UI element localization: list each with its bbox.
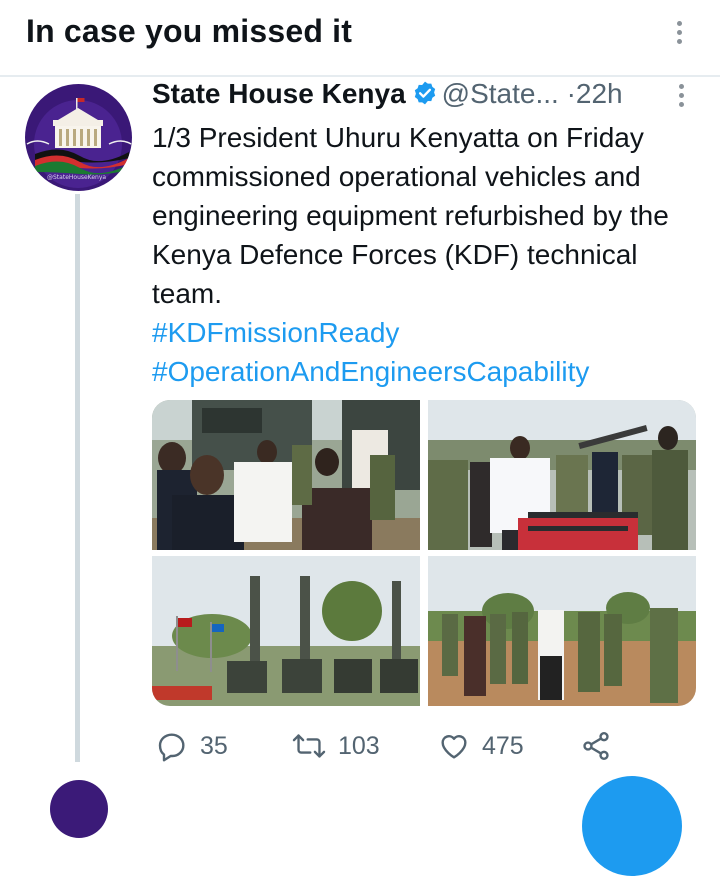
like-count: 475 [482, 731, 524, 760]
reply-button[interactable]: 35 [156, 726, 228, 766]
section-title: In case you missed it [26, 13, 353, 49]
photo-drilling-rig-trucks-icon [152, 556, 420, 706]
handle[interactable]: @State... [442, 78, 559, 109]
heart-icon [438, 730, 470, 762]
section-header: In case you missed it [0, 0, 720, 75]
like-button[interactable]: 475 [438, 726, 524, 766]
section-more-options-icon[interactable] [674, 21, 684, 51]
tweet-actions: 35 103 475 [152, 726, 652, 766]
divider [0, 75, 720, 77]
media-photo[interactable] [428, 400, 696, 550]
photo-president-inspecting-weapons-icon [428, 400, 696, 550]
media-photo[interactable] [152, 556, 420, 706]
tweet-text: 1/3 President Uhuru Kenyatta on Friday c… [152, 122, 669, 309]
share-button[interactable] [580, 726, 612, 766]
media-grid [152, 400, 696, 706]
tweet-header: State House Kenya @State... ·22h [152, 78, 623, 118]
share-icon [580, 730, 612, 762]
reply-icon [156, 730, 188, 762]
avatar[interactable]: @StateHouseKenya [25, 84, 132, 191]
photo-walking-with-soldiers-icon [428, 556, 696, 706]
photo-people-with-military-trucks-icon [152, 400, 420, 550]
timestamp[interactable]: 22h [576, 78, 623, 109]
avatar-watermark: @StateHouseKenya [47, 174, 107, 181]
tweet-more-options-icon[interactable] [676, 84, 686, 114]
media-photo[interactable] [152, 400, 420, 550]
compose-tweet-button[interactable] [582, 776, 682, 876]
display-name[interactable]: State House Kenya [152, 78, 406, 109]
retweet-icon [292, 730, 326, 762]
tweet-body: 1/3 President Uhuru Kenyatta on Friday c… [152, 118, 697, 391]
verified-badge-icon [412, 80, 438, 113]
media-photo[interactable] [428, 556, 696, 706]
retweet-count: 103 [338, 731, 380, 760]
hashtag-link[interactable]: #KDFmissionReady [152, 313, 697, 352]
reply-count: 35 [200, 731, 228, 760]
next-tweet-avatar[interactable] [50, 780, 108, 838]
separator-dot: · [566, 78, 576, 109]
retweet-button[interactable]: 103 [292, 726, 380, 766]
hashtag-link[interactable]: #OperationAndEngineersCapability [152, 352, 697, 391]
thread-line [75, 194, 80, 762]
